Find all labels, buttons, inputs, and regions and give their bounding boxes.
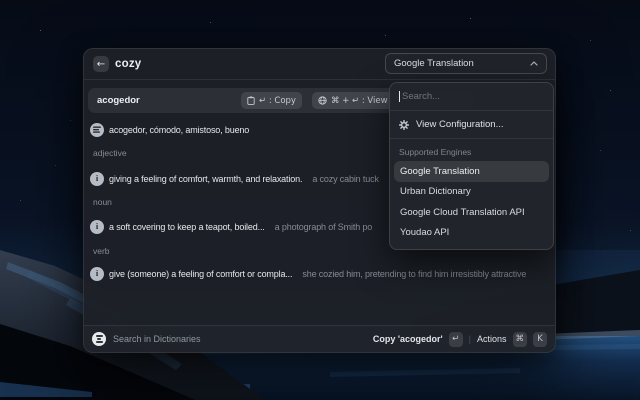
- globe-icon: [318, 96, 327, 105]
- section-adjective: adjective: [93, 145, 127, 162]
- info-icon: i: [90, 220, 104, 234]
- actions-button[interactable]: Actions: [477, 334, 507, 344]
- section-verb: verb: [93, 243, 110, 260]
- info-icon: i: [90, 172, 104, 186]
- chevron-up-icon: [530, 61, 538, 66]
- k-key-badge: K: [533, 332, 547, 347]
- verb-result-row[interactable]: i give (someone) a feeling of comfort or…: [90, 261, 549, 286]
- back-button[interactable]: ←: [93, 56, 109, 72]
- view-configuration-item[interactable]: View Configuration...: [390, 111, 553, 139]
- raycast-window: ← Google Translation acogedor ↵ : Copy: [83, 48, 556, 353]
- engine-item-google-translation[interactable]: Google Translation: [394, 161, 549, 182]
- selected-result-title: acogedor: [97, 88, 140, 113]
- primary-action-button[interactable]: Copy 'acogedor': [373, 334, 443, 344]
- supported-engines-header: Supported Engines: [390, 139, 553, 161]
- info-icon: i: [90, 267, 104, 281]
- verb-definition: give (someone) a feeling of comfort or c…: [109, 269, 292, 279]
- engine-item-urban-dictionary[interactable]: Urban Dictionary: [394, 182, 549, 203]
- return-key-badge: ↵: [449, 332, 463, 347]
- adjective-example: a cozy cabin tuck: [312, 174, 378, 184]
- view-hint-label: ⌘ + ↵ : View in: [331, 96, 398, 106]
- adjective-definition: giving a feeling of comfort, warmth, and…: [109, 174, 302, 184]
- engine-dropdown-trigger[interactable]: Google Translation: [385, 53, 547, 74]
- dictionaries-icon: [92, 332, 106, 346]
- translation-icon: [90, 123, 104, 137]
- footer-separator: |: [469, 334, 471, 344]
- copy-hint-label: ↵ : Copy: [259, 96, 296, 106]
- engine-dropdown-label: Google Translation: [394, 58, 474, 69]
- engine-search-placeholder: Search...: [402, 91, 440, 102]
- engine-search-field[interactable]: Search...: [390, 83, 553, 111]
- copy-hint-badge: ↵ : Copy: [241, 92, 302, 109]
- footer-source: Search in Dictionaries: [92, 332, 373, 346]
- query-input[interactable]: [115, 49, 375, 79]
- clipboard-icon: [247, 96, 255, 105]
- stars: [0, 0, 1, 1]
- verb-example: she cozied him, pretending to find him i…: [302, 269, 526, 279]
- engine-item-google-cloud-translation-api[interactable]: Google Cloud Translation API: [394, 202, 549, 223]
- noun-definition: a soft covering to keep a teapot, boiled…: [109, 222, 265, 232]
- topbar-divider: [84, 79, 555, 80]
- back-arrow-icon: ←: [97, 59, 105, 70]
- noun-example: a photograph of Smith po: [275, 222, 372, 232]
- engine-item-youdao-api[interactable]: Youdao API: [394, 223, 549, 244]
- action-bar: Search in Dictionaries Copy 'acogedor' ↵…: [84, 325, 555, 352]
- section-noun: noun: [93, 194, 112, 211]
- cmd-key-badge: ⌘: [513, 332, 528, 347]
- translation-text: acogedor, cómodo, amistoso, bueno: [109, 125, 249, 135]
- engine-dropdown-panel: Search... View Configuration... Supporte…: [389, 82, 554, 250]
- view-configuration-label: View Configuration...: [416, 119, 504, 130]
- text-caret: [399, 91, 400, 102]
- search-bar: ← Google Translation: [84, 49, 555, 79]
- gear-icon: [399, 120, 409, 130]
- footer-source-label: Search in Dictionaries: [113, 334, 201, 344]
